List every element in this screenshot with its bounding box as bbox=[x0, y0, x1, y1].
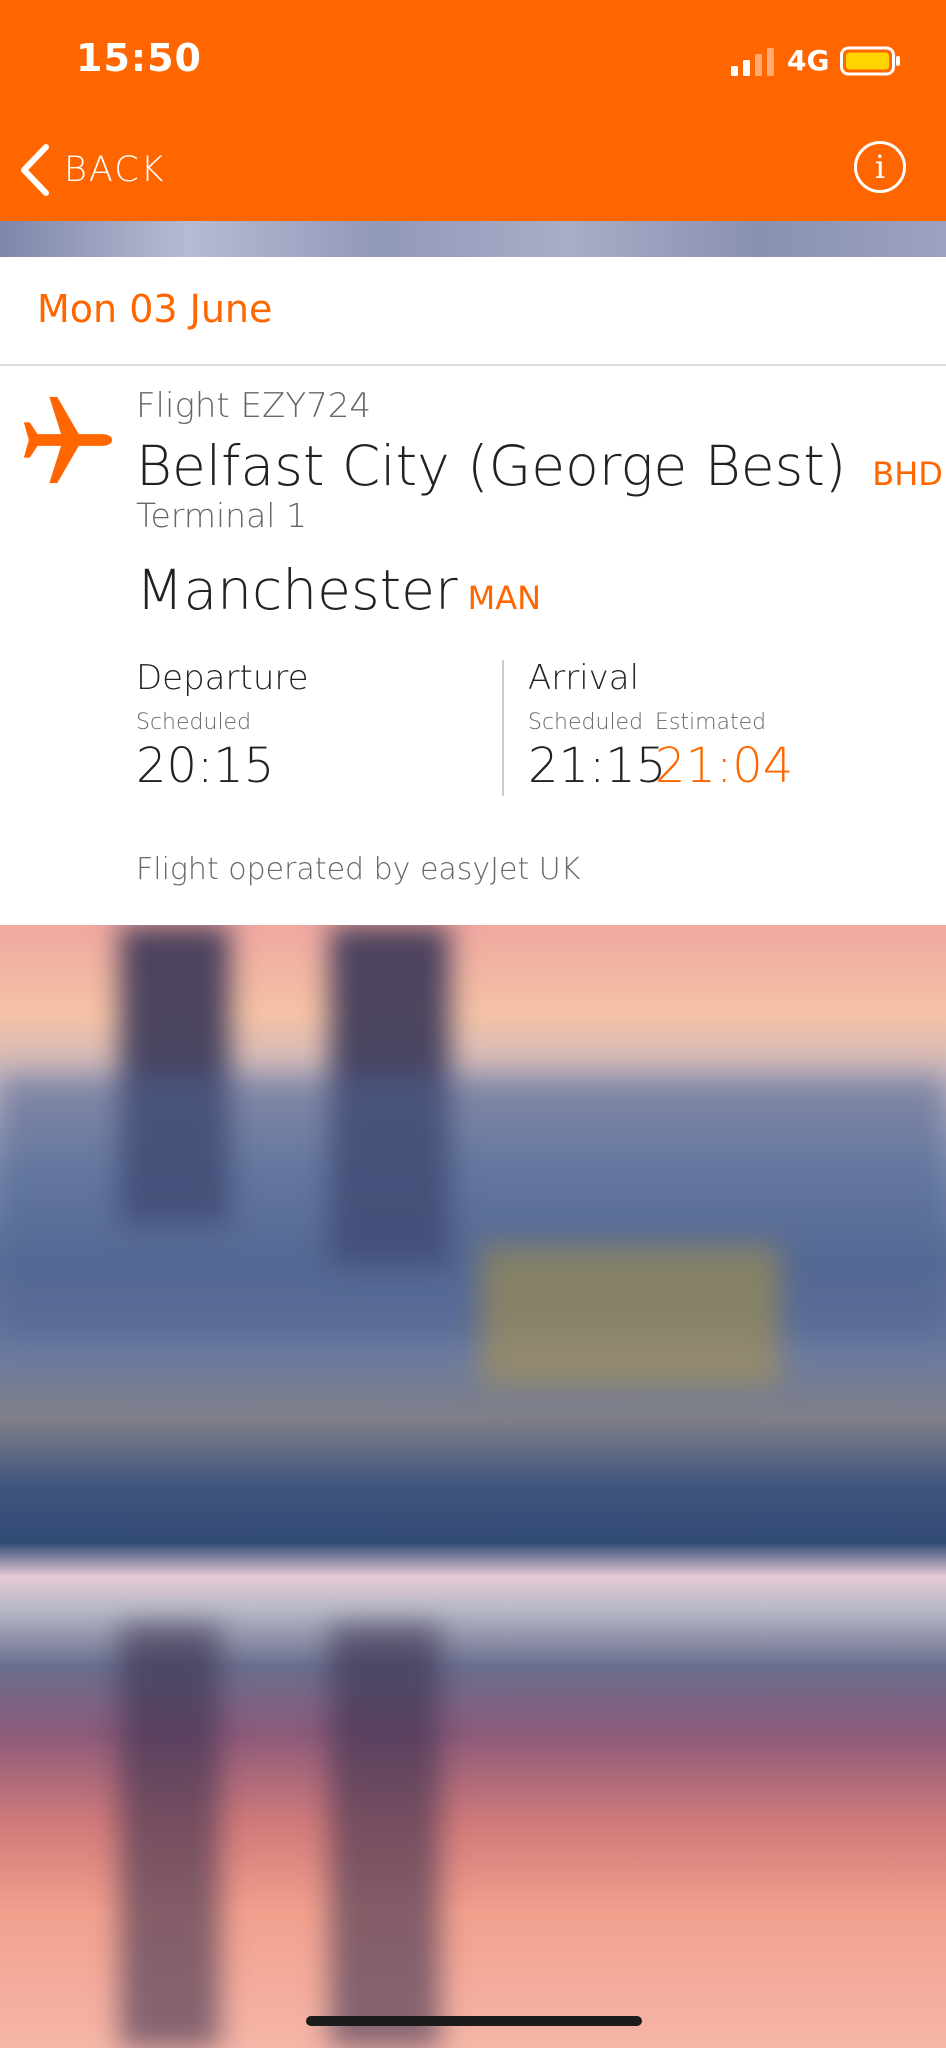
flight-card: Flight EZY724 Belfast City (George Best)… bbox=[0, 368, 946, 925]
destination-row: Manchester MAN bbox=[136, 558, 541, 622]
destination-background-image bbox=[0, 925, 946, 2048]
origin-row: Belfast City (George Best) BHD bbox=[136, 434, 943, 498]
flight-date: Mon 03 June bbox=[37, 287, 273, 331]
network-type-label: 4G bbox=[787, 44, 830, 77]
destination-airport-code: MAN bbox=[467, 579, 542, 617]
arrival-scheduled-time: 21:15 bbox=[528, 738, 667, 794]
origin-terminal: Terminal 1 bbox=[136, 496, 307, 535]
arrival-estimated-time: 21:04 bbox=[655, 738, 794, 794]
header-image-strip bbox=[0, 221, 946, 257]
departure-scheduled-label: Scheduled bbox=[136, 710, 252, 735]
arrival-estimated-label: Estimated bbox=[655, 710, 767, 735]
chevron-left-icon bbox=[21, 144, 49, 196]
departure-scheduled-time: 20:15 bbox=[136, 738, 275, 794]
signal-strength-icon bbox=[731, 48, 774, 76]
times-divider bbox=[502, 660, 504, 796]
status-time: 15:50 bbox=[76, 36, 202, 80]
flight-number: Flight EZY724 bbox=[136, 386, 371, 426]
operated-by-text: Flight operated by easyJet UK bbox=[136, 852, 581, 887]
airplane-icon bbox=[23, 396, 113, 484]
origin-airport-code: BHD bbox=[872, 455, 943, 493]
back-label: BACK bbox=[64, 150, 166, 190]
date-row: Mon 03 June bbox=[0, 257, 946, 366]
battery-icon bbox=[840, 46, 900, 76]
back-button[interactable]: BACK bbox=[18, 140, 166, 200]
destination-airport-name: Manchester bbox=[136, 558, 458, 622]
home-indicator[interactable] bbox=[306, 2016, 642, 2026]
info-button[interactable]: i bbox=[854, 141, 906, 193]
header-bar: 15:50 4G BACK i bbox=[0, 0, 946, 221]
arrival-heading: Arrival bbox=[528, 658, 640, 698]
arrival-scheduled-label: Scheduled bbox=[528, 710, 644, 735]
city-skyline-image bbox=[0, 925, 946, 2048]
info-icon: i bbox=[874, 148, 886, 186]
origin-airport-name: Belfast City (George Best) bbox=[136, 434, 847, 498]
departure-heading: Departure bbox=[136, 658, 309, 698]
